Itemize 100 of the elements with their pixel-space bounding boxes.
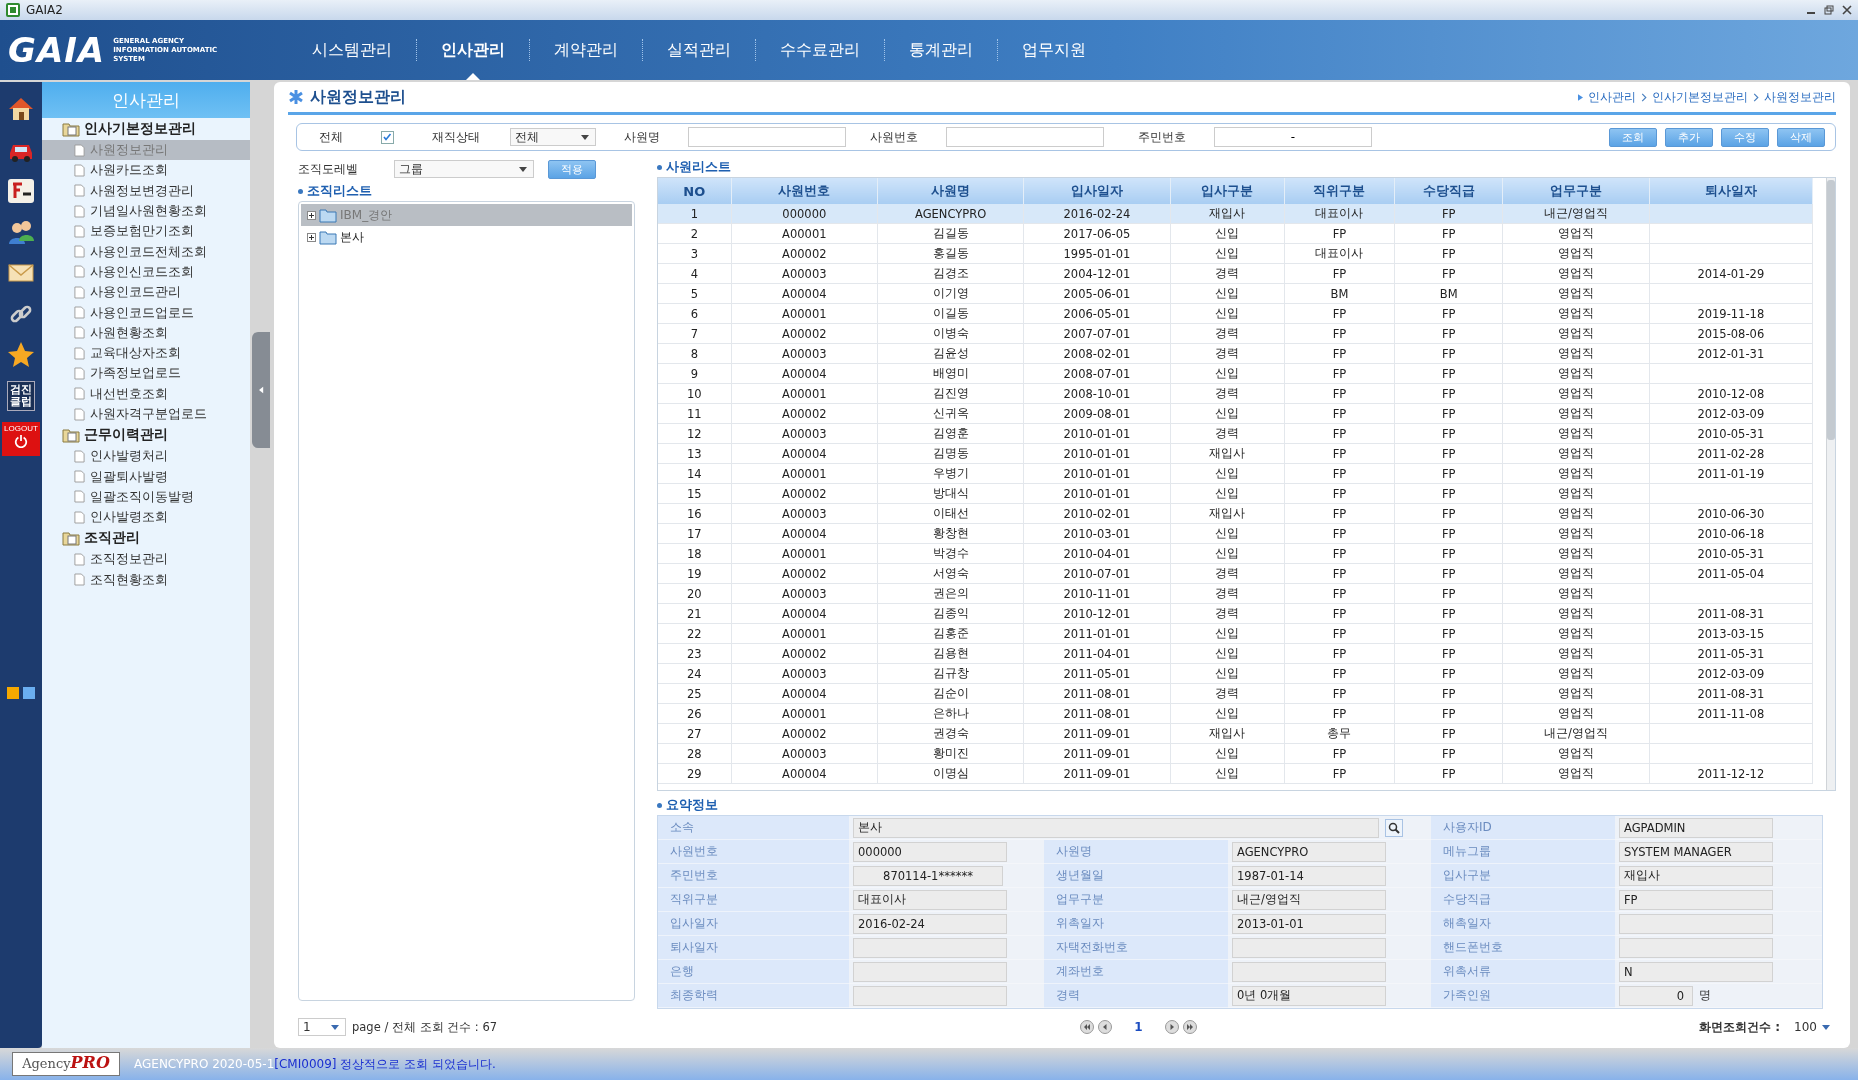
menu-item[interactable]: 가족정보업로드 <box>42 363 250 384</box>
breadcrumb-link[interactable]: 인사관리 <box>1588 88 1636 106</box>
table-row[interactable]: 26 A00001 은하나 2011-08-01 신입 FP FP 영업직 2011-11-08 <box>658 703 1813 724</box>
page-dropdown[interactable]: 1 <box>298 1018 346 1036</box>
collapse-handle[interactable] <box>252 332 270 448</box>
table-row[interactable]: 3 A00002 홍길동 1995-01-01 신입 대표이사 FP 영업직 <box>658 243 1813 264</box>
menu-item[interactable]: 일괄조직이동발령 <box>42 486 250 508</box>
table-row[interactable]: 7 A00002 이병숙 2007-07-01 경력 FP FP 영업직 2015-08-06 <box>658 323 1813 344</box>
nav-tab[interactable]: 시스템관리 <box>288 20 416 80</box>
table-row[interactable]: 24 A00003 김규창 2011-05-01 신입 FP FP 영업직 2012-03-09 <box>658 663 1813 684</box>
table-row[interactable]: 11 A00002 신귀옥 2009-08-01 신입 FP FP 영업직 2012-03-09 <box>658 403 1813 424</box>
menu-item[interactable]: 사용인코드업로드 <box>42 302 250 323</box>
table-row[interactable]: 20 A00003 권은의 2010-11-01 경력 FP FP 영업직 <box>658 583 1813 604</box>
theme-swatch[interactable] <box>23 687 35 699</box>
nav-tab[interactable]: 업무지원 <box>998 20 1110 80</box>
menu-group[interactable]: 인사기본정보관리 <box>84 120 196 138</box>
org-level-dropdown[interactable]: 그룹 <box>394 160 534 178</box>
theme-swatch[interactable] <box>7 687 19 699</box>
nav-tab[interactable]: 실적관리 <box>643 20 755 80</box>
checkbox[interactable] <box>381 130 394 144</box>
table-row[interactable]: 5 A00004 이기영 2005-06-01 신입 BM BM 영업직 <box>658 283 1813 304</box>
close-icon[interactable] <box>1842 5 1852 15</box>
table-row[interactable]: 8 A00003 김윤성 2008-02-01 경력 FP FP 영업직 2012-01-31 <box>658 343 1813 364</box>
menu-item[interactable]: 사용인신코드조회 <box>42 261 250 283</box>
next-page-icon[interactable] <box>1164 1020 1179 1034</box>
employee-number-field[interactable] <box>946 127 1104 147</box>
last-page-icon[interactable] <box>1182 1020 1197 1034</box>
breadcrumb-link[interactable]: 사원정보관리 <box>1764 88 1836 106</box>
field-label: 경력 <box>1044 984 1228 1008</box>
table-row[interactable]: 19 A00002 서영숙 2010-07-01 경력 FP FP 영업직 2011-05-04 <box>658 563 1813 584</box>
menu-item[interactable]: 조직정보관리 <box>42 549 250 570</box>
table-row[interactable]: 1 000000 AGENCYPRO 2016-02-24 재입사 대표이사 FP 내근/영업직 <box>658 204 1813 224</box>
table-cell: 영업직 <box>1557 626 1594 640</box>
column-header[interactable]: 사원번호 <box>731 178 878 204</box>
table-row[interactable]: 12 A00003 김영훈 2010-01-01 경력 FP FP 영업직 2010-05-31 <box>658 423 1813 444</box>
scrollbar[interactable] <box>1826 178 1835 790</box>
previous-page-icon[interactable] <box>1098 1020 1113 1034</box>
menu-item[interactable]: 교육대상자조회 <box>42 342 250 364</box>
name-field[interactable] <box>688 127 846 147</box>
table-row[interactable]: 28 A00003 황미진 2011-09-01 신입 FP FP 영업직 <box>658 743 1813 764</box>
table-row[interactable]: 22 A00001 김홍준 2011-01-01 신입 FP FP 영업직 2013-03-15 <box>658 623 1813 644</box>
brand-logo-icon[interactable] <box>6 176 36 206</box>
table-row[interactable]: 13 A00004 김명동 2010-01-01 재입사 FP FP 영업직 2011-02-28 <box>658 443 1813 464</box>
menu-item[interactable]: 사원정보변경관리 <box>42 180 250 201</box>
table-row[interactable]: 6 A00001 이길동 2006-05-01 신입 FP FP 영업직 2019-11-18 <box>658 303 1813 324</box>
star-icon[interactable] <box>6 340 36 370</box>
checkup-club-button[interactable]: 검진 클럽 <box>7 381 35 411</box>
restore-icon[interactable] <box>1824 5 1834 15</box>
table-row[interactable]: 2 A00001 김길동 2017-06-05 신입 FP FP 영업직 <box>658 223 1813 244</box>
table-row[interactable]: 25 A00004 김순이 2011-08-01 경력 FP FP 영업직 2011-08-31 <box>658 683 1813 704</box>
nav-tab[interactable]: 인사관리 <box>417 20 529 80</box>
menu-item[interactable]: 조직현황조회 <box>42 569 250 590</box>
column-header[interactable]: 입사구분 <box>1170 178 1285 204</box>
page-number[interactable]: 1 <box>1134 1020 1143 1034</box>
table-row[interactable]: 4 A00003 김경조 2004-12-01 경력 FP FP 영업직 2014-01-29 <box>658 263 1813 284</box>
table-cell: 22 <box>687 626 702 641</box>
expand-icon[interactable] <box>307 210 316 220</box>
nav-tab[interactable]: 통계관리 <box>885 20 997 80</box>
menu-item[interactable]: 내선번호조회 <box>42 383 250 404</box>
menu-item[interactable]: 사용인코드관리 <box>42 282 250 303</box>
table-row[interactable]: 14 A00001 우병기 2010-01-01 신입 FP FP 영업직 2011-01-19 <box>658 463 1813 484</box>
nav-tab[interactable]: 수수료관리 <box>756 20 884 80</box>
menu-item[interactable]: 보증보험만기조회 <box>42 221 250 242</box>
column-header[interactable]: 직위구분 <box>1284 178 1395 204</box>
table-row[interactable]: 16 A00003 이태선 2010-02-01 재입사 FP FP 영업직 2010-06-30 <box>658 503 1813 524</box>
menu-item[interactable]: 사원카드조회 <box>42 160 250 181</box>
table-row[interactable]: 18 A00001 박경수 2010-04-01 신입 FP FP 영업직 2010-05-31 <box>658 543 1813 564</box>
menu-item[interactable]: 인사발령처리 <box>42 446 250 467</box>
search-button[interactable] <box>1385 818 1403 837</box>
menu-group[interactable]: 근무이력관리 <box>84 426 168 445</box>
column-header[interactable]: 입사일자 <box>1023 178 1171 204</box>
table-row[interactable]: 9 A00004 배영미 2008-07-01 신입 FP FP 영업직 <box>658 363 1813 384</box>
column-header[interactable]: 사원명 <box>877 178 1024 204</box>
column-header[interactable]: 수당직급 <box>1394 178 1503 204</box>
menu-item[interactable]: 사용인코드전체조회 <box>42 241 250 262</box>
breadcrumb-link[interactable]: 인사기본정보관리 <box>1652 88 1748 106</box>
table-row[interactable]: 27 A00002 권경숙 2011-09-01 재입사 총무 FP 내근/영업직 <box>658 723 1813 744</box>
table-row[interactable]: 29 A00004 이명심 2011-09-01 신입 FP FP 영업직 2011-12-12 <box>658 763 1813 784</box>
expand-icon[interactable] <box>307 232 316 242</box>
column-header[interactable]: NO <box>658 178 732 204</box>
menu-item[interactable]: 사원자격구분업로드 <box>42 403 250 425</box>
status-dropdown[interactable]: 전체 <box>510 128 596 146</box>
menu-item[interactable]: 사원현황조회 <box>42 322 250 343</box>
table-row[interactable]: 23 A00002 김용현 2011-04-01 신입 FP FP 영업직 2011-05-31 <box>658 643 1813 664</box>
nav-tab[interactable]: 계약관리 <box>530 20 642 80</box>
first-page-icon[interactable] <box>1080 1020 1095 1034</box>
menu-item[interactable]: 일괄퇴사발령 <box>42 466 250 487</box>
menu-item[interactable]: 인사발령조회 <box>42 507 250 528</box>
logout-button[interactable]: LOGOUT <box>2 422 40 456</box>
menu-item[interactable]: 기념일사원현황조회 <box>42 200 250 222</box>
table-row[interactable]: 17 A00004 황창현 2010-03-01 신입 FP FP 영업직 2010-06-18 <box>658 523 1813 544</box>
resident-number-field[interactable]: - <box>1214 127 1372 147</box>
column-header[interactable]: 퇴사일자 <box>1649 178 1813 204</box>
column-header[interactable]: 업무구분 <box>1502 178 1650 204</box>
menu-group[interactable]: 조직관리 <box>84 529 140 548</box>
table-row[interactable]: 10 A00001 김진영 2008-10-01 경력 FP FP 영업직 2010-12-08 <box>658 383 1813 404</box>
table-row[interactable]: 21 A00004 김종익 2010-12-01 경력 FP FP 영업직 2011-08-31 <box>658 603 1813 624</box>
table-row[interactable]: 15 A00002 방대식 2010-01-01 신입 FP FP 영업직 <box>658 483 1813 504</box>
table-cell: 영업직 <box>1557 346 1594 360</box>
tree-node[interactable]: 본사 <box>301 226 632 248</box>
